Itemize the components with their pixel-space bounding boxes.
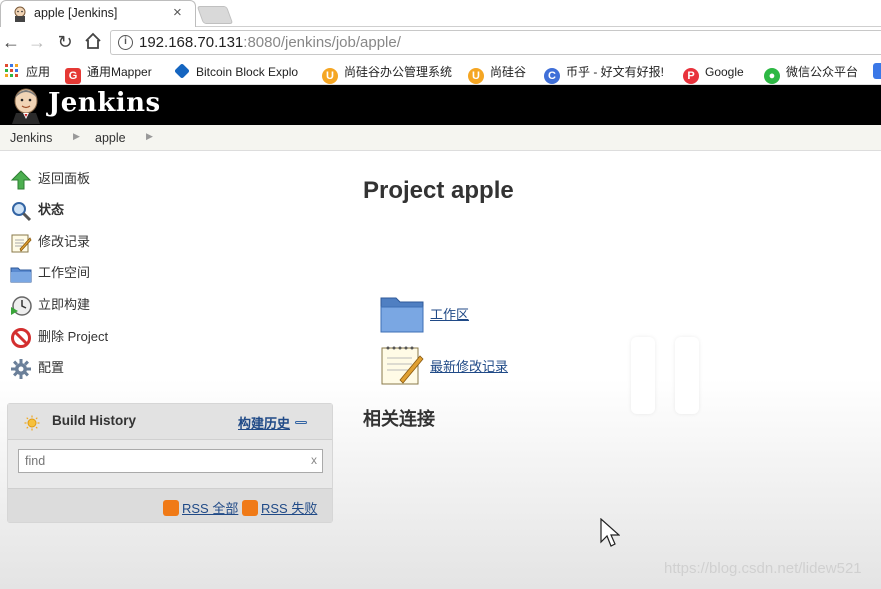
u-logo-icon: U — [468, 68, 484, 84]
home-icon[interactable] — [82, 31, 104, 53]
rss-links: RSS 全部 RSS 失败 — [8, 488, 332, 522]
rss-icon — [242, 500, 258, 516]
folder-icon — [10, 267, 32, 283]
collapse-icon[interactable] — [295, 421, 307, 424]
find-input[interactable] — [19, 450, 289, 472]
back-arrow-icon[interactable]: ← — [0, 31, 22, 53]
bihu-logo-icon: C — [544, 68, 560, 84]
clock-play-icon — [11, 295, 32, 316]
bookmark-mapper[interactable]: G 通用Mapper — [65, 63, 152, 84]
breadcrumb-chevron-icon[interactable]: ▶ — [73, 131, 80, 142]
tab-close-icon[interactable]: × — [173, 4, 182, 21]
tab-title: apple [Jenkins] — [34, 6, 118, 20]
search-icon — [12, 201, 32, 221]
breadcrumb: Jenkins ▶ apple ▶ — [0, 125, 881, 151]
rss-all-link[interactable]: RSS 全部 — [163, 498, 238, 517]
breadcrumb-apple[interactable]: apple — [95, 131, 126, 145]
folder-icon — [380, 297, 424, 333]
gear-icon — [11, 358, 31, 379]
url-text: 192.168.70.131:8080/jenkins/job/apple/ — [139, 34, 401, 51]
build-history-widget: Build History 构建历史 x RSS 全部 RSS 失败 — [7, 403, 333, 523]
g-logo-icon: G — [65, 68, 81, 84]
pause-overlay-bar — [631, 337, 655, 414]
u-logo-icon: U — [322, 68, 338, 84]
no-entry-icon — [11, 327, 31, 348]
build-history-header: Build History 构建历史 — [8, 404, 332, 440]
bookmark-atguigu[interactable]: U 尚硅谷 — [468, 63, 526, 84]
bookmark-google[interactable]: P Google — [683, 63, 744, 84]
browser-tab-strip: apple [Jenkins] × — [0, 0, 881, 27]
new-tab-button[interactable] — [196, 6, 234, 24]
apps-grid-icon — [5, 64, 18, 77]
pause-overlay-bar — [675, 337, 699, 414]
related-links-heading: 相关连接 — [363, 409, 435, 429]
jenkins-butler-logo[interactable] — [8, 86, 44, 124]
task-workspace[interactable]: 工作空间 — [10, 262, 90, 284]
bookmark-wechat[interactable]: ● 微信公众平台 — [764, 63, 858, 84]
address-bar[interactable]: i 192.168.70.131:8080/jenkins/job/apple/ — [110, 30, 881, 55]
bookmark-atguigu-oa[interactable]: U 尚硅谷办公管理系统 — [322, 63, 452, 84]
notepad-icon — [11, 234, 32, 253]
task-changes[interactable]: 修改记录 — [10, 231, 90, 253]
bookmark-overflow[interactable] — [873, 63, 881, 81]
build-history-title: Build History — [52, 413, 137, 428]
p-logo-icon: P — [683, 68, 699, 84]
rss-icon — [163, 500, 179, 516]
site-info-icon[interactable]: i — [118, 35, 133, 50]
forward-arrow-icon[interactable]: → — [26, 31, 48, 53]
browser-toolbar: ← → ↻ i 192.168.70.131:8080/jenkins/job/… — [0, 27, 881, 58]
wechat-icon: ● — [764, 68, 780, 84]
task-back-to-dashboard[interactable]: 返回面板 — [10, 168, 90, 190]
task-configure[interactable]: 配置 — [10, 357, 64, 379]
up-arrow-icon — [10, 169, 32, 190]
jenkins-brand[interactable]: Jenkins — [48, 88, 161, 118]
bookmark-bitcoin[interactable]: Bitcoin Block Explo — [174, 63, 298, 81]
notepad-icon — [381, 346, 424, 385]
jenkins-header: Jenkins — [0, 85, 881, 125]
bookmark-bihu[interactable]: C 币乎 - 好文有好报! — [544, 63, 664, 84]
recent-changes-link[interactable]: 最新修改记录 — [430, 356, 508, 375]
sun-weather-icon — [24, 415, 40, 431]
browser-tab[interactable]: apple [Jenkins] × — [0, 0, 196, 27]
page-body: 返回面板 状态 修改记录 工作空间 立即构建 删除 Project 配置 Bui… — [0, 152, 881, 589]
bookmark-partial-icon — [873, 63, 881, 79]
rss-failed-link[interactable]: RSS 失败 — [242, 498, 317, 517]
breadcrumb-chevron-icon[interactable]: ▶ — [146, 131, 153, 142]
mouse-cursor-icon — [600, 518, 620, 547]
bookmark-apps[interactable]: 应用 — [4, 63, 50, 81]
build-trend-link[interactable]: 构建历史 — [238, 413, 290, 432]
breadcrumb-jenkins[interactable]: Jenkins — [10, 131, 52, 145]
jenkins-favicon-icon — [14, 6, 26, 22]
page-title: Project apple — [363, 177, 514, 204]
clear-search-icon[interactable]: x — [311, 453, 317, 467]
reload-icon[interactable]: ↻ — [54, 31, 76, 53]
workspace-link[interactable]: 工作区 — [430, 304, 469, 323]
bookmarks-bar: 应用 G 通用Mapper Bitcoin Block Explo U 尚硅谷办公管… — [0, 58, 881, 85]
diamond-icon — [174, 63, 190, 79]
task-delete-project[interactable]: 删除 Project — [10, 326, 108, 348]
task-build-now[interactable]: 立即构建 — [10, 294, 90, 316]
build-history-search: x — [18, 449, 323, 473]
watermark-text: https://blog.csdn.net/lidew521 — [664, 560, 862, 577]
task-status[interactable]: 状态 — [10, 199, 64, 221]
